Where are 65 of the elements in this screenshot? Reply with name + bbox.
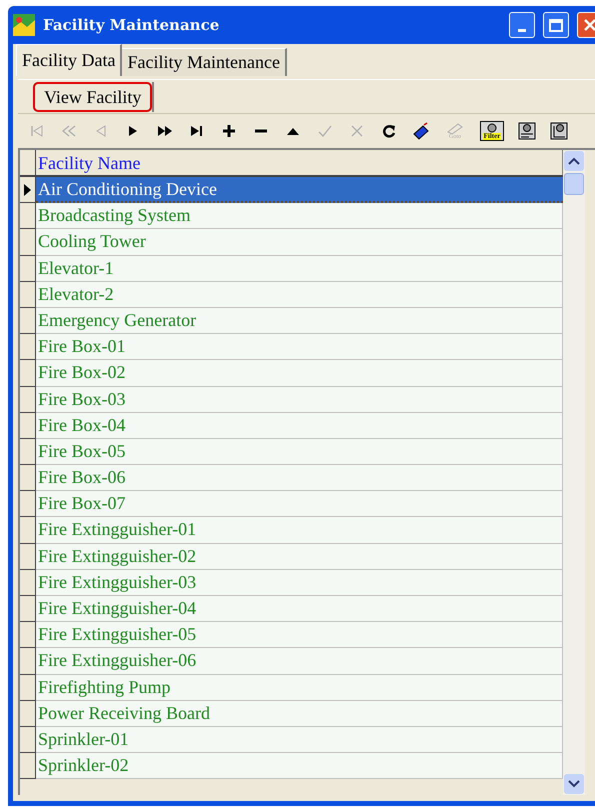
chevron-down-icon	[568, 780, 580, 788]
row-header[interactable]	[20, 229, 36, 256]
row-header[interactable]	[20, 282, 36, 308]
scroll-thumb[interactable]	[564, 173, 584, 195]
table-cell[interactable]: Fire Box-05	[36, 438, 563, 466]
row-header[interactable]	[20, 465, 36, 492]
chart-icon[interactable]	[550, 122, 568, 140]
window-title: Facility Maintenance	[43, 14, 220, 36]
plus-icon[interactable]	[220, 122, 238, 140]
table-cell[interactable]: Fire Box-04	[36, 412, 563, 439]
minimize-button[interactable]	[509, 12, 535, 38]
table-cell[interactable]: Elevator-1	[36, 256, 563, 282]
table-cell[interactable]: Cooling Tower	[36, 229, 563, 256]
row-header[interactable]	[20, 544, 36, 570]
row-header[interactable]	[20, 570, 36, 596]
row-pointer-icon	[24, 184, 31, 196]
table-cell[interactable]: Fire Box-01	[36, 334, 563, 360]
tab[interactable]: Facility Data	[16, 44, 122, 76]
row-header[interactable]	[20, 177, 36, 204]
table-cell[interactable]: Air Conditioning Device	[36, 177, 563, 204]
row-header[interactable]	[20, 753, 36, 780]
chevron-up-icon	[568, 157, 580, 165]
app-icon	[13, 14, 35, 36]
book-icon[interactable]	[412, 122, 430, 140]
table-cell[interactable]: Fire Extingguisher-04	[36, 596, 563, 622]
table-cell[interactable]: Fire Box-07	[36, 491, 563, 518]
row-header[interactable]	[20, 256, 36, 282]
row-header[interactable]	[20, 438, 36, 466]
table-cell[interactable]: Fire Box-06	[36, 465, 563, 492]
row-header[interactable]	[20, 491, 36, 518]
row-header[interactable]	[20, 648, 36, 675]
table-cell[interactable]: Fire Box-03	[36, 386, 563, 413]
row-header[interactable]	[20, 700, 36, 727]
table-cell[interactable]: Emergency Generator	[36, 308, 563, 334]
table-cell[interactable]: Sprinkler-02	[36, 753, 563, 780]
table-cell[interactable]: Fire Extingguisher-02	[36, 544, 563, 570]
table-cell[interactable]: Fire Extingguisher-01	[36, 517, 563, 544]
scroll-down-button[interactable]	[564, 774, 584, 794]
row-header[interactable]	[20, 360, 36, 386]
scroll-up-button[interactable]	[564, 151, 584, 171]
row-header[interactable]	[20, 203, 36, 230]
table-cell[interactable]: Elevator-2	[36, 282, 563, 308]
row-header[interactable]	[20, 334, 36, 360]
table-cell[interactable]: Fire Extingguisher-05	[36, 622, 563, 648]
refresh-icon[interactable]	[380, 122, 398, 140]
row-header[interactable]	[20, 622, 36, 648]
tab[interactable]: Facility Maintenance	[122, 48, 287, 76]
maximize-button[interactable]	[543, 12, 569, 38]
row-header[interactable]	[20, 596, 36, 622]
row-header[interactable]	[20, 412, 36, 439]
table-cell[interactable]: Fire Extingguisher-06	[36, 648, 563, 675]
row-header[interactable]	[20, 726, 36, 754]
table-cell[interactable]: Power Receiving Board	[36, 700, 563, 727]
tab[interactable]: View Facility	[33, 82, 152, 112]
table-cell[interactable]: Sprinkler-01	[36, 726, 563, 754]
row-header[interactable]	[20, 386, 36, 413]
row-header[interactable]	[20, 308, 36, 334]
report-icon[interactable]	[518, 122, 536, 140]
row-header[interactable]	[20, 674, 36, 701]
table-cell[interactable]: Firefighting Pump	[36, 674, 563, 701]
close-icon	[583, 18, 595, 32]
row-header[interactable]	[20, 517, 36, 544]
table-cell[interactable]: Broadcasting System	[36, 203, 563, 230]
table-cell[interactable]: Fire Box-02	[36, 360, 563, 386]
table-cell[interactable]: Fire Extingguisher-03	[36, 570, 563, 596]
